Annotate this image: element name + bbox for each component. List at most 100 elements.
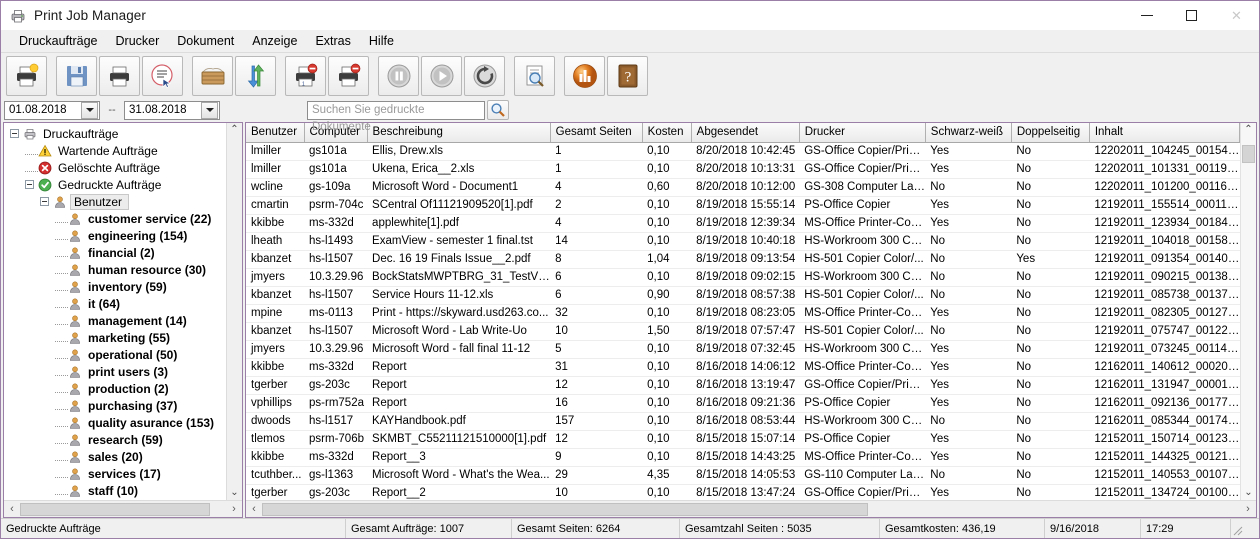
table-row[interactable]: kbanzet hs-l1507 Service Hours 11-12.xls 6 0… [246, 286, 1240, 305]
search-button[interactable] [487, 100, 509, 120]
cancel-print-job-icon[interactable]: 1 [285, 55, 326, 96]
menu-hilfe[interactable]: Hilfe [360, 32, 403, 50]
tree-item-gel-schte-auftr-ge[interactable]: Gelöschte Aufträge [4, 159, 226, 176]
h-scroll-thumb[interactable] [262, 502, 869, 516]
h-scroll-track[interactable] [20, 502, 226, 516]
tree-item-financial-2[interactable]: financial (2) [4, 244, 226, 261]
report-chart-icon[interactable] [564, 55, 605, 96]
tree-item-computern[interactable]: Computern [4, 499, 226, 500]
column-header-schwarz-weiß[interactable]: Schwarz-weiß [925, 123, 1012, 143]
tree-item-services-17[interactable]: services (17) [4, 465, 226, 482]
tree-item-inventory-59[interactable]: inventory (59) [4, 278, 226, 295]
column-header-benutzer[interactable]: Benutzer [246, 123, 305, 143]
tree-item-research-59[interactable]: research (59) [4, 431, 226, 448]
tree-collapse-icon[interactable] [25, 180, 34, 189]
column-header-beschreibung[interactable]: Beschreibung [367, 123, 551, 143]
table-vertical-scrollbar[interactable]: ⌃ ⌄ [1240, 123, 1256, 500]
delete-printer-icon[interactable] [328, 55, 369, 96]
tree-horizontal-scrollbar[interactable]: ‹ › [4, 500, 242, 517]
table-row[interactable]: kbanzet hs-l1507 Dec. 16 19 Finals Issue__… [246, 250, 1240, 269]
tree-item-staff-10[interactable]: staff (10) [4, 482, 226, 499]
tree-item-druckauftr-ge[interactable]: Druckaufträge [4, 125, 226, 142]
pause-icon[interactable] [378, 55, 419, 96]
table-horizontal-scrollbar[interactable]: ‹ › [246, 500, 1256, 517]
tree-item-customer-service-22[interactable]: customer service (22) [4, 210, 226, 227]
tree-item-human-resource-30[interactable]: human resource (30) [4, 261, 226, 278]
scroll-right-icon[interactable]: › [1240, 503, 1256, 515]
table-row[interactable]: lheath hs-l1493 ExamView - semester 1 fina… [246, 232, 1240, 251]
table-row[interactable]: vphillips ps-rm752a Report 16 0,10 8/16/2018 … [246, 394, 1240, 413]
column-header-doppelseitig[interactable]: Doppelseitig [1011, 123, 1090, 143]
date-to-combo[interactable]: 31.08.2018 [124, 100, 220, 120]
table-row[interactable]: wcline gs-109a Microsoft Word - Document1 4… [246, 178, 1240, 197]
maximize-button[interactable] [1169, 1, 1214, 30]
tree-item-print-users-3[interactable]: print users (3) [4, 363, 226, 380]
chevron-down-icon[interactable] [201, 101, 218, 119]
table-row[interactable]: jmyers 10.3.29.96 Microsoft Word - fall fi… [246, 340, 1240, 359]
h-scroll-thumb[interactable] [20, 502, 210, 516]
tree-collapse-icon[interactable] [10, 129, 19, 138]
save-icon[interactable] [56, 55, 97, 96]
restart-icon[interactable] [464, 55, 505, 96]
tree-item-wartende-auftr-ge[interactable]: Wartende Aufträge [4, 142, 226, 159]
menu-druckauftraege[interactable]: Druckaufträge [10, 32, 107, 50]
print-preview-icon[interactable] [142, 55, 183, 96]
table-row[interactable]: cmartin psrm-704c SCentral Of11121909520[1… [246, 196, 1240, 215]
table-row[interactable]: kkibbe ms-332d Report__3 9 0,10 8/15/2018 14:… [246, 448, 1240, 467]
scroll-up-icon[interactable]: ⌃ [1244, 125, 1252, 135]
resize-grip[interactable] [1231, 519, 1245, 538]
date-from-combo[interactable]: 01.08.2018 [4, 100, 100, 120]
print-icon[interactable] [99, 55, 140, 96]
table-row[interactable]: tgerber gs-203c Report__2 10 0,10 8/15/2018 1… [246, 484, 1240, 500]
tree-item-sales-20[interactable]: sales (20) [4, 448, 226, 465]
v-scroll-thumb[interactable] [1242, 145, 1255, 163]
tree-item-engineering-154[interactable]: engineering (154) [4, 227, 226, 244]
minimize-button[interactable] [1124, 1, 1169, 30]
search-document-icon[interactable] [514, 55, 555, 96]
scroll-up-icon[interactable]: ⌃ [230, 125, 238, 135]
close-button[interactable]: ✕ [1214, 1, 1259, 30]
menu-drucker[interactable]: Drucker [107, 32, 169, 50]
scroll-left-icon[interactable]: ‹ [4, 503, 20, 515]
table-row[interactable]: mpine ms-0113 Print - https://skyward.usd2… [246, 304, 1240, 323]
column-header-inhalt[interactable]: Inhalt [1089, 123, 1240, 143]
tree-item-operational-50[interactable]: operational (50) [4, 346, 226, 363]
table-row[interactable]: tlemos psrm-706b SKMBT_C55211121510000[1].… [246, 430, 1240, 449]
h-scroll-track[interactable] [262, 502, 1240, 516]
scroll-down-icon[interactable]: ⌄ [1244, 488, 1252, 498]
new-print-job-icon[interactable] [6, 55, 47, 96]
table-row[interactable]: dwoods hs-l1517 KAYHandbook.pdf 157 0,10 8/16… [246, 412, 1240, 431]
menu-anzeige[interactable]: Anzeige [243, 32, 306, 50]
refresh-sync-icon[interactable] [235, 55, 276, 96]
menu-extras[interactable]: Extras [306, 32, 359, 50]
column-header-abgesendet[interactable]: Abgesendet [691, 123, 800, 143]
help-book-icon[interactable]: ? [607, 55, 648, 96]
tree-vertical-scrollbar[interactable]: ⌃ ⌄ [226, 123, 242, 500]
table-row[interactable]: lmiller gs101a Ellis, Drew.xls 1 0,10 8/20/20… [246, 142, 1240, 161]
column-header-gesamt-seiten[interactable]: Gesamt Seiten [550, 123, 643, 143]
table-row[interactable]: kkibbe ms-332d applewhite[1].pdf 4 0,10 8/19/… [246, 214, 1240, 233]
menu-dokument[interactable]: Dokument [168, 32, 243, 50]
tree-item-production-2[interactable]: production (2) [4, 380, 226, 397]
tree-item-marketing-55[interactable]: marketing (55) [4, 329, 226, 346]
archive-box-icon[interactable] [192, 55, 233, 96]
column-header-drucker[interactable]: Drucker [799, 123, 926, 143]
tree-collapse-icon[interactable] [40, 197, 49, 206]
column-header-kosten[interactable]: Kosten [642, 123, 692, 143]
table-row[interactable]: tgerber gs-203c Report 12 0,10 8/16/2018 13:1… [246, 376, 1240, 395]
search-input[interactable]: Suchen Sie gedruckte Dokumente [307, 100, 485, 133]
tree-item-management-14[interactable]: management (14) [4, 312, 226, 329]
scroll-right-icon[interactable]: › [226, 503, 242, 515]
tree-item-gedruckte-auftr-ge[interactable]: Gedruckte Aufträge [4, 176, 226, 193]
table-header-row[interactable]: BenutzerComputerBeschreibungGesamt Seite… [246, 123, 1240, 143]
tree-item-quality-asurance-153[interactable]: quality asurance (153) [4, 414, 226, 431]
table-row[interactable]: tcuthber... gs-l1363 Microsoft Word - What… [246, 466, 1240, 485]
scroll-left-icon[interactable]: ‹ [246, 503, 262, 515]
tree-item-it-64[interactable]: it (64) [4, 295, 226, 312]
scroll-down-icon[interactable]: ⌄ [230, 488, 238, 498]
tree-item-purchasing-37[interactable]: purchasing (37) [4, 397, 226, 414]
table-row[interactable]: kkibbe ms-332d Report 31 0,10 8/16/2018 14:06… [246, 358, 1240, 377]
chevron-down-icon[interactable] [81, 101, 98, 119]
play-icon[interactable] [421, 55, 462, 96]
tree-item-benutzer[interactable]: Benutzer [4, 193, 226, 210]
